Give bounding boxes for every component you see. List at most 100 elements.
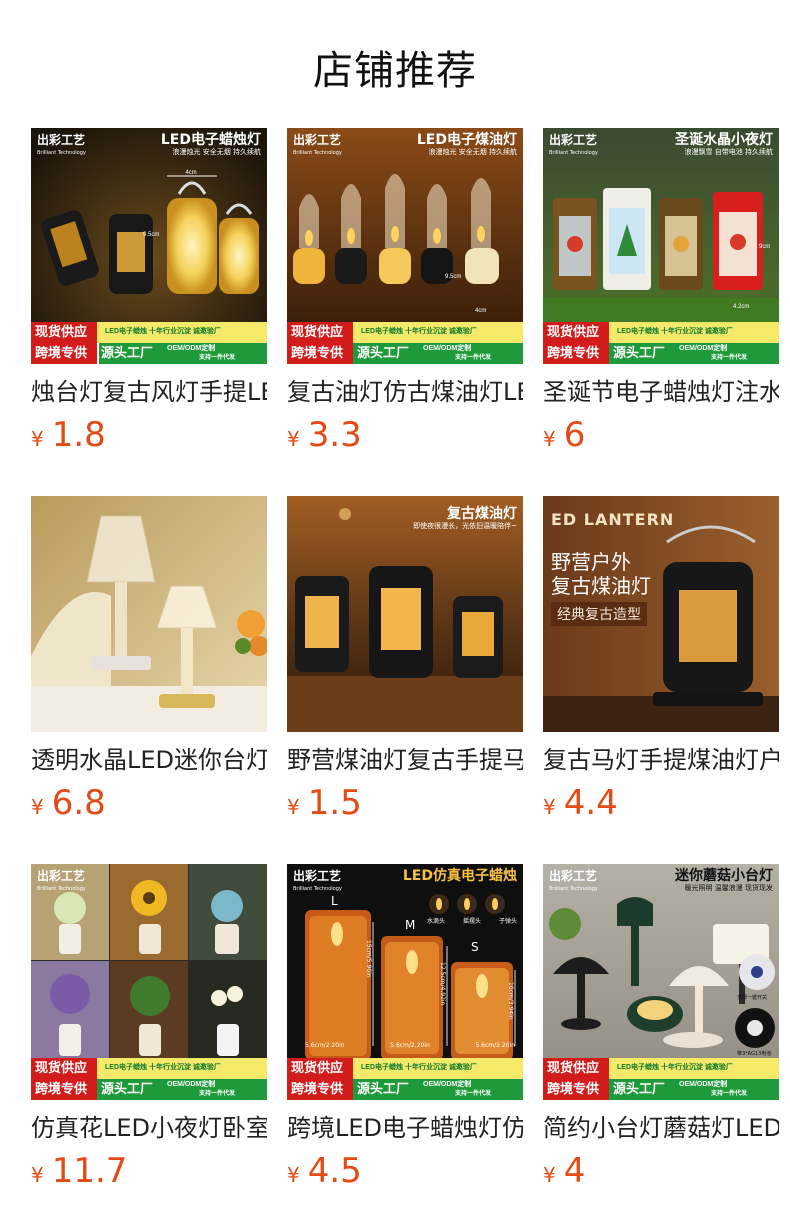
promo-crossborder: 跨境专供: [35, 345, 88, 360]
product-image[interactable]: 9cm 4.2cm 出彩工艺 Brilliant Technology 圣诞水晶…: [543, 128, 779, 364]
product-image[interactable]: 出彩工艺 Brilliant Technology 现货供应 LED电子蜡烛 十年…: [31, 864, 267, 1100]
promo-dropship: 支持一件代发: [455, 1091, 492, 1097]
promo-industry: LED电子蜡烛 十年行业沉淀 诚邀验厂: [617, 1064, 733, 1071]
product-image[interactable]: ED LANTERN 野营户外 复古煤油灯 经典复古造型: [543, 496, 779, 732]
currency-symbol: ¥: [543, 1163, 556, 1187]
product-image[interactable]: 复古煤油灯 即使夜很漫长，光依旧温暖陪伴~: [287, 496, 523, 732]
product-name[interactable]: 透明水晶LED迷你台灯小夜灯: [31, 744, 267, 776]
product-image[interactable]: 出彩工艺 Brilliant Technology 迷你蘑菇小台灯 暖光照明 温…: [543, 864, 779, 1100]
product-price: ¥4: [543, 1152, 779, 1194]
image-tag: 经典复古造型: [551, 602, 647, 626]
product-price: ¥4.4: [543, 784, 779, 826]
product-price: ¥3.3: [287, 416, 523, 458]
price-value: 4.5: [307, 1151, 362, 1191]
product-name[interactable]: 野营煤油灯复古手提马灯: [287, 744, 523, 776]
product-card[interactable]: ED LANTERN 野营户外 复古煤油灯 经典复古造型 复古马灯手提煤油灯户外…: [543, 496, 779, 826]
image-headline: LED电子煤油灯 浪漫烛光 安全无烟 持久续航: [416, 132, 517, 156]
promo-banner: 现货供应 LED电子蜡烛 十年行业沉淀 诚邀验厂 跨境专供 源头工厂 OEM/ODM定制…: [543, 322, 779, 364]
image-note-switch: 顶部一键开关: [737, 995, 768, 1001]
product-name[interactable]: 仿真花LED小夜灯卧室摆件: [31, 1112, 267, 1144]
promo-banner-text: 现货供应 LED电子蜡烛 十年行业沉淀 诚邀验厂 跨境专供 源头工厂 OEM/ODM定制…: [31, 322, 267, 364]
promo-factory: 源头工厂: [101, 1081, 154, 1096]
promo-banner-text: 现货供应 LED电子蜡烛 十年行业沉淀 诚邀验厂 跨境专供 源头工厂 OEM/ODM定制…: [543, 1058, 779, 1100]
image-headline: LED电子蜡烛灯 浪漫烛光 安全无烟 持久续航: [160, 132, 261, 156]
product-name[interactable]: 复古马灯手提煤油灯户外野营: [543, 744, 779, 776]
promo-oem: OEM/ODM定制: [679, 1081, 728, 1088]
height-label-l: 15cm/5.90in: [365, 940, 372, 978]
currency-symbol: ¥: [287, 427, 300, 451]
currency-symbol: ¥: [287, 1163, 300, 1187]
promo-stock: 现货供应: [291, 324, 344, 339]
product-card[interactable]: 透明水晶LED迷你台灯小夜灯 ¥6.8: [31, 496, 267, 826]
size-label-s: S: [471, 940, 479, 954]
currency-symbol: ¥: [543, 795, 556, 819]
brand-mark: 出彩工艺 Brilliant Technology: [37, 133, 86, 157]
brand-mark: 出彩工艺 Brilliant Technology: [549, 869, 598, 893]
product-card[interactable]: 9cm 4.2cm 出彩工艺 Brilliant Technology 圣诞水晶…: [543, 128, 779, 458]
price-value: 4.4: [563, 783, 618, 823]
product-image[interactable]: 4cm 9.5cm 出彩工艺 Brilliant Technology LED电…: [31, 128, 267, 364]
price-value: 3.3: [307, 415, 362, 455]
product-card[interactable]: 4cm 9.5cm 出彩工艺 Brilliant Technology LED电…: [31, 128, 267, 458]
product-name[interactable]: 简约小台灯蘑菇灯LED充电台灯: [543, 1112, 779, 1144]
promo-dropship: 支持一件代发: [711, 355, 748, 361]
product-price: ¥1.5: [287, 784, 523, 826]
product-price: ¥11.7: [31, 1152, 267, 1194]
product-name[interactable]: 跨境LED电子蜡烛灯仿真亚克力: [287, 1112, 523, 1144]
promo-banner-text: 现货供应 LED电子蜡烛 十年行业沉淀 诚邀验厂 跨境专供 源头工厂 OEM/ODM定制…: [31, 1058, 267, 1100]
price-value: 6.8: [51, 783, 106, 823]
promo-crossborder: 跨境专供: [547, 345, 600, 360]
width-labels: 5.6cm/2.20in 5.6cm/2.20in 5.6cm/2.20in: [305, 1042, 515, 1049]
promo-factory: 源头工厂: [101, 345, 154, 360]
brand-mark: 出彩工艺 Brilliant Technology: [37, 869, 86, 893]
promo-factory: 源头工厂: [357, 1081, 410, 1096]
product-price: ¥4.5: [287, 1152, 523, 1194]
product-price: ¥6.8: [31, 784, 267, 826]
height-label-s: 10cm/3.94in: [507, 982, 514, 1020]
promo-crossborder: 跨境专供: [291, 345, 344, 360]
product-card[interactable]: 复古煤油灯 即使夜很漫长，光依旧温暖陪伴~ 野营煤油灯复古手提马灯 ¥1.5: [287, 496, 523, 826]
price-value: 6: [563, 415, 586, 455]
currency-symbol: ¥: [287, 795, 300, 819]
promo-industry: LED电子蜡烛 十年行业沉淀 诚邀验厂: [105, 328, 221, 335]
image-subheadline: 野营户外 复古煤油灯: [551, 550, 651, 598]
promo-dropship: 支持一件代发: [199, 355, 236, 361]
price-value: 1.8: [51, 415, 106, 455]
product-card[interactable]: 出彩工艺 Brilliant Technology 现货供应 LED电子蜡烛 十年…: [31, 864, 267, 1194]
promo-industry: LED电子蜡烛 十年行业沉淀 诚邀验厂: [617, 328, 733, 335]
product-card[interactable]: 出彩工艺 Brilliant Technology 迷你蘑菇小台灯 暖光照明 温…: [543, 864, 779, 1194]
promo-oem: OEM/ODM定制: [167, 1081, 216, 1088]
price-value: 11.7: [51, 1151, 128, 1191]
promo-dropship: 支持一件代发: [711, 1091, 748, 1097]
svg-text:4.2cm: 4.2cm: [733, 304, 749, 310]
promo-factory: 源头工厂: [613, 345, 666, 360]
promo-stock: 现货供应: [35, 1060, 88, 1075]
promo-factory: 源头工厂: [613, 1081, 666, 1096]
promo-dropship: 支持一件代发: [455, 355, 492, 361]
currency-symbol: ¥: [31, 1163, 44, 1187]
product-card[interactable]: 9.5cm 4cm 出彩工艺 Brilliant Technology LED电…: [287, 128, 523, 458]
product-price: ¥1.8: [31, 416, 267, 458]
promo-banner: 现货供应 LED电子蜡烛 十年行业沉淀 诚邀验厂 跨境专供 源头工厂 OEM/ODM定制…: [31, 1058, 267, 1100]
promo-crossborder: 跨境专供: [35, 1081, 88, 1096]
image-headline: 复古煤油灯 即使夜很漫长，光依旧温暖陪伴~: [413, 506, 517, 530]
promo-oem: OEM/ODM定制: [423, 345, 472, 352]
price-value: 1.5: [307, 783, 362, 823]
promo-factory: 源头工厂: [357, 345, 410, 360]
product-name[interactable]: 烛台灯复古风灯手提LED蜡烛灯: [31, 376, 267, 408]
product-image[interactable]: 9.5cm 4cm 出彩工艺 Brilliant Technology LED电…: [287, 128, 523, 364]
product-name[interactable]: 复古油灯仿古煤油灯LED电子蜡烛: [287, 376, 523, 408]
brand-mark: 出彩工艺 Brilliant Technology: [549, 133, 598, 157]
promo-stock: 现货供应: [35, 324, 88, 339]
product-image[interactable]: 出彩工艺 Brilliant Technology LED仿真电子蜡烛 L M …: [287, 864, 523, 1100]
product-name[interactable]: 圣诞节电子蜡烛灯注水水晶小夜灯: [543, 376, 779, 408]
promo-oem: OEM/ODM定制: [679, 345, 728, 352]
product-price: ¥6: [543, 416, 779, 458]
promo-dropship: 支持一件代发: [199, 1091, 236, 1097]
product-card[interactable]: 出彩工艺 Brilliant Technology LED仿真电子蜡烛 L M …: [287, 864, 523, 1194]
promo-banner: 现货供应 LED电子蜡烛 十年行业沉淀 诚邀验厂 跨境专供 源头工厂 OEM/ODM定制…: [543, 1058, 779, 1100]
price-value: 4: [563, 1151, 586, 1191]
promo-banner-text: 现货供应 LED电子蜡烛 十年行业沉淀 诚邀验厂 跨境专供 源头工厂 OEM/ODM定制…: [287, 1058, 523, 1100]
svg-text:9.5cm: 9.5cm: [445, 274, 461, 280]
product-image[interactable]: [31, 496, 267, 732]
